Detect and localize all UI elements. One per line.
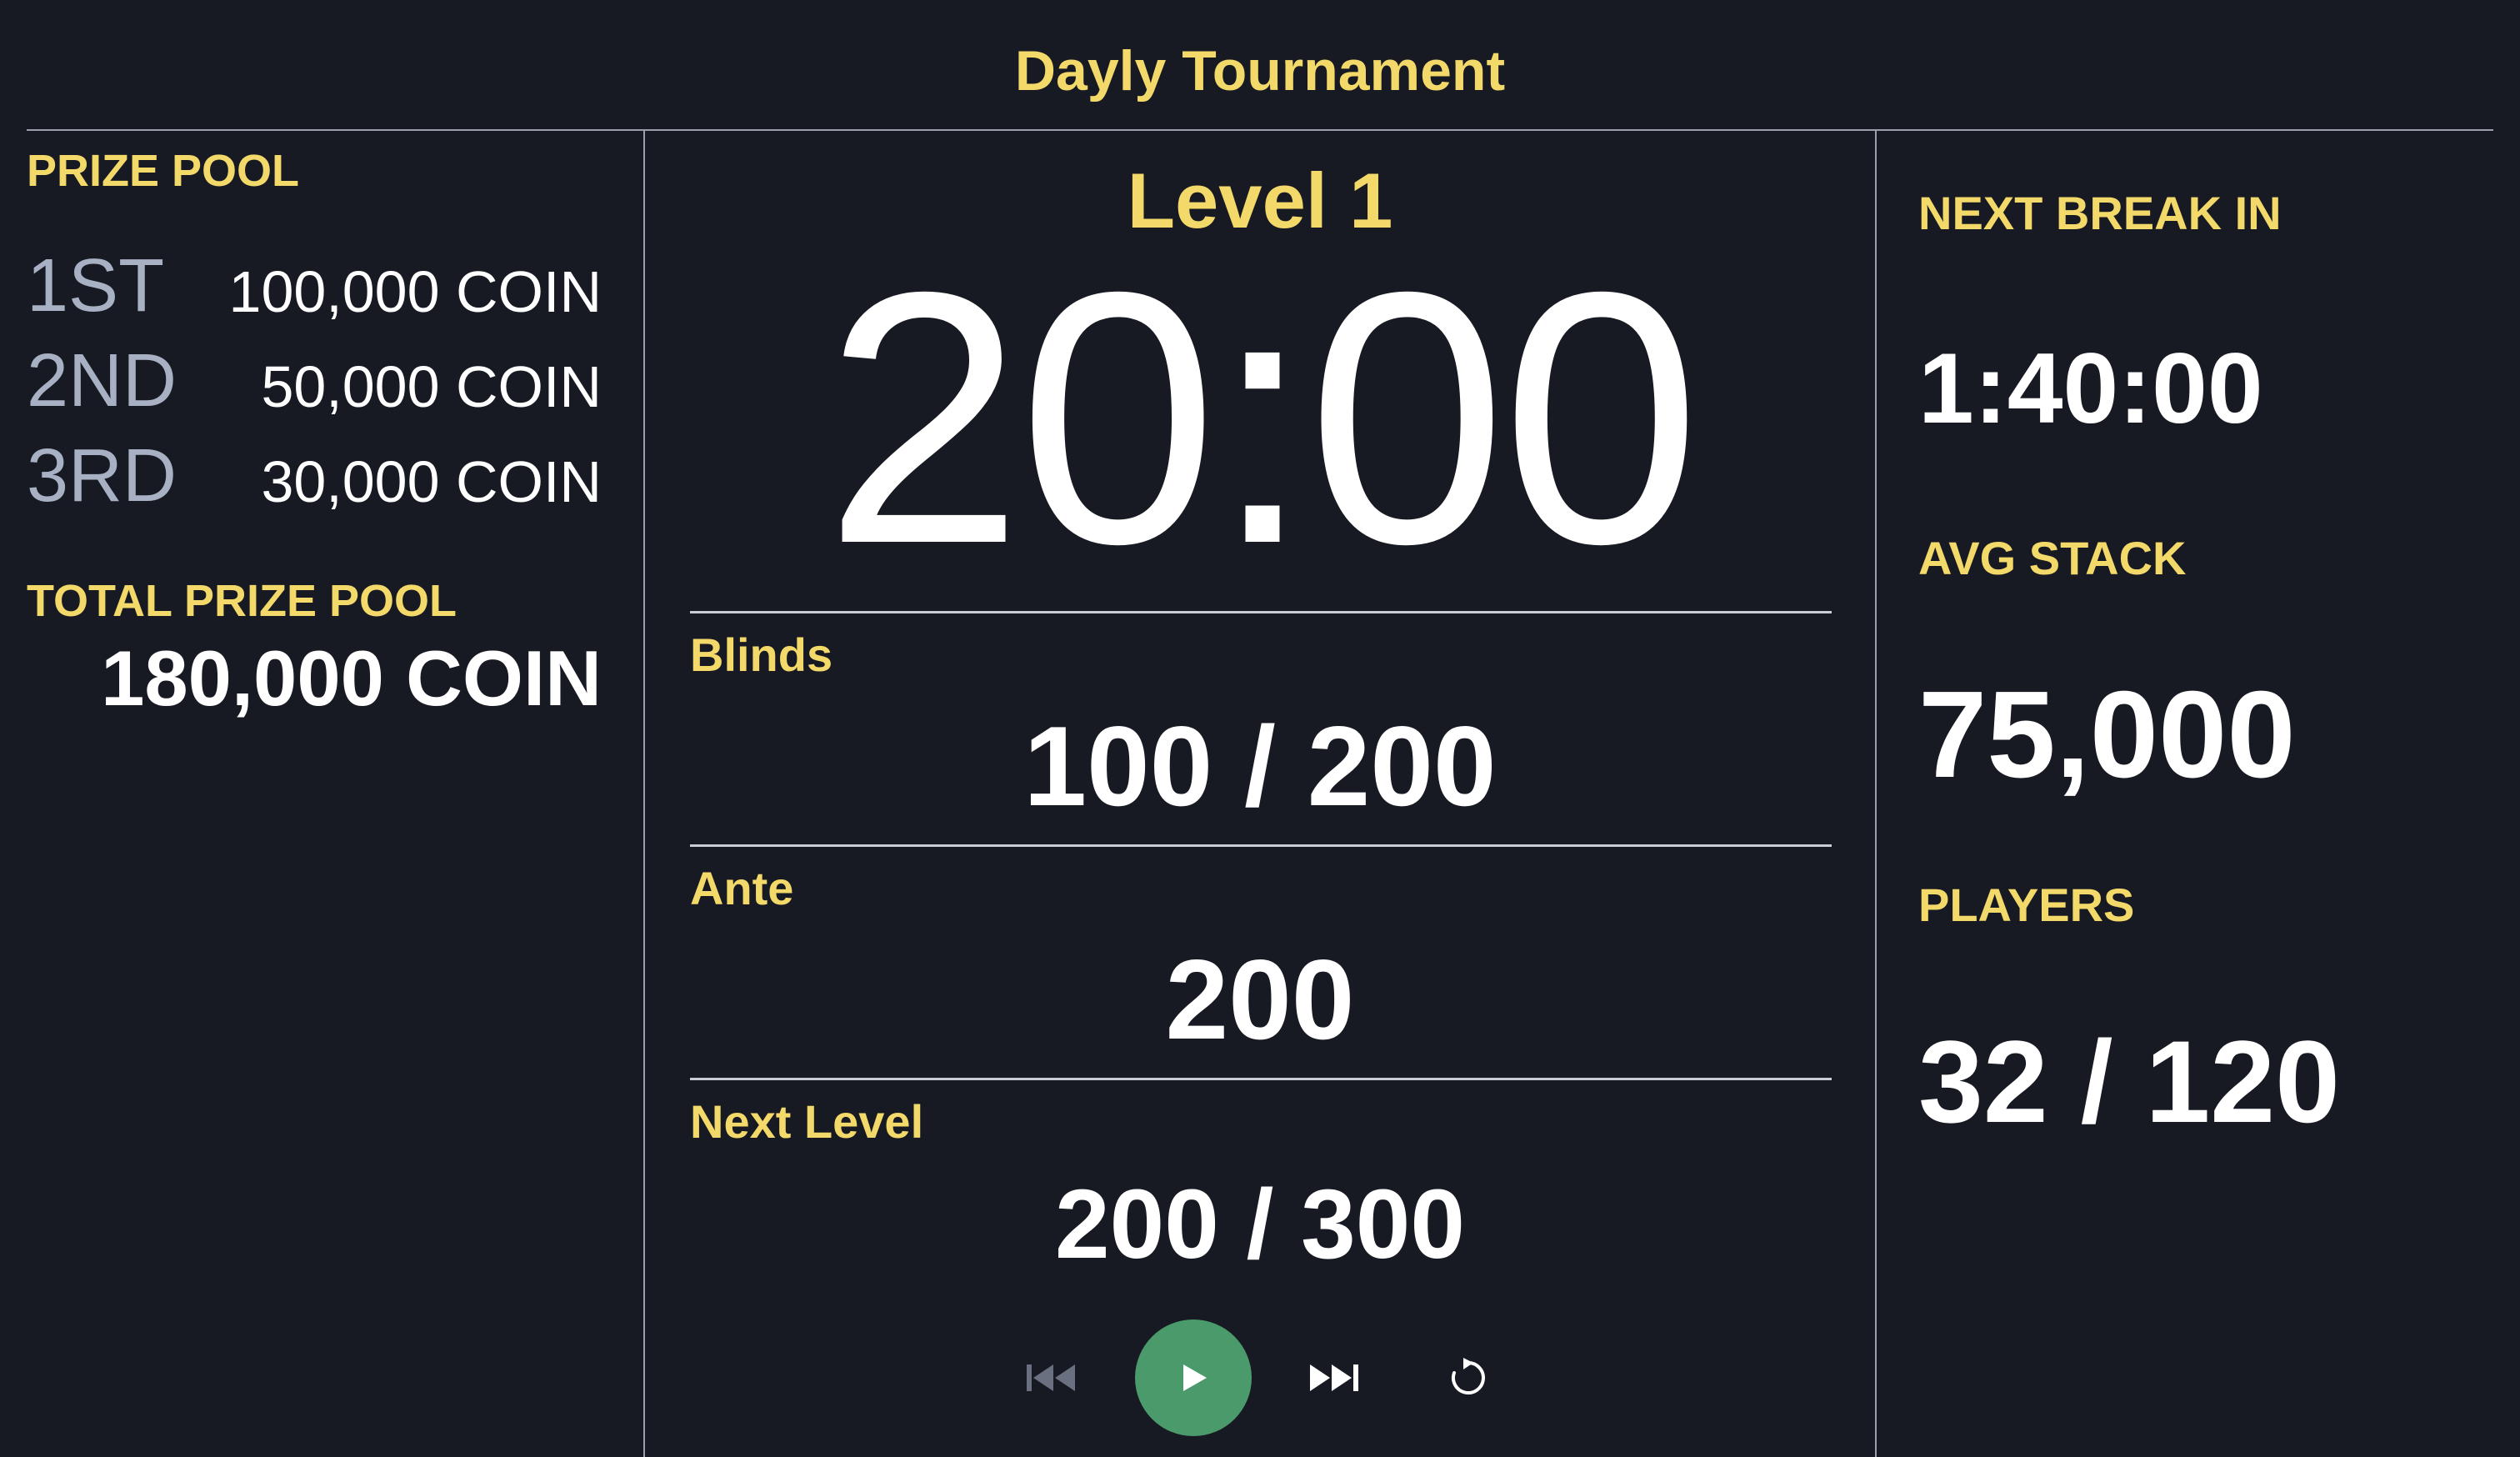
prize-row-1st: 1ST 100,000 COIN xyxy=(27,243,602,335)
prize-row-3rd: 3RD 30,000 COIN xyxy=(27,433,602,525)
reset-button[interactable] xyxy=(1410,1319,1527,1436)
countdown-timer: 20:00 xyxy=(823,218,1701,618)
tournament-title: Dayly Tournament xyxy=(1014,39,1506,103)
players-label: PLAYERS xyxy=(1918,879,2135,931)
prize-row-2nd: 2ND 50,000 COIN xyxy=(27,338,602,430)
next-level-label: Next Level xyxy=(690,1095,924,1148)
prize-place: 3RD xyxy=(27,434,178,518)
reset-icon xyxy=(1451,1358,1485,1394)
prize-pool-label: PRIZE POOL xyxy=(27,146,300,196)
next-break-label: NEXT BREAK IN xyxy=(1918,187,2282,239)
avg-stack-label: AVG STACK xyxy=(1918,532,2187,584)
blinds-label: Blinds xyxy=(690,628,833,681)
next-level-divider xyxy=(690,1078,1832,1080)
stats-panel: NEXT BREAK IN 1:40:00 AVG STACK 75,000 P… xyxy=(1918,131,2502,1457)
blinds-divider xyxy=(690,611,1832,613)
players-value: 32 / 120 xyxy=(1918,1016,2340,1147)
prize-place: 1ST xyxy=(27,244,165,328)
skip-next-icon xyxy=(1310,1364,1358,1391)
previous-level-button[interactable] xyxy=(993,1319,1110,1436)
ante-divider xyxy=(690,844,1832,847)
clock-panel: Level 1 20:00 Blinds 100 / 200 Ante 200 … xyxy=(645,131,1875,1457)
prize-place: 2ND xyxy=(27,339,178,423)
next-level-value: 200 / 300 xyxy=(1054,1169,1466,1279)
ante-value: 200 xyxy=(1165,936,1355,1063)
avg-stack-value: 75,000 xyxy=(1918,666,2296,804)
play-button[interactable] xyxy=(1135,1319,1252,1436)
total-prize-pool-value: 180,000 COIN xyxy=(101,634,602,722)
total-prize-pool-label: TOTAL PRIZE POOL xyxy=(27,576,458,626)
prize-amount: 50,000 COIN xyxy=(261,354,602,419)
ante-label: Ante xyxy=(690,862,794,914)
next-level-button[interactable] xyxy=(1275,1319,1392,1436)
prize-amount: 30,000 COIN xyxy=(261,449,602,514)
next-break-value: 1:40:00 xyxy=(1918,333,2263,444)
right-divider xyxy=(1875,129,1877,1457)
prize-amount: 100,000 COIN xyxy=(228,259,602,324)
timer-controls xyxy=(645,1319,1875,1436)
skip-previous-icon xyxy=(1027,1364,1075,1391)
play-icon xyxy=(1183,1364,1207,1391)
blinds-value: 100 / 200 xyxy=(1023,703,1497,829)
